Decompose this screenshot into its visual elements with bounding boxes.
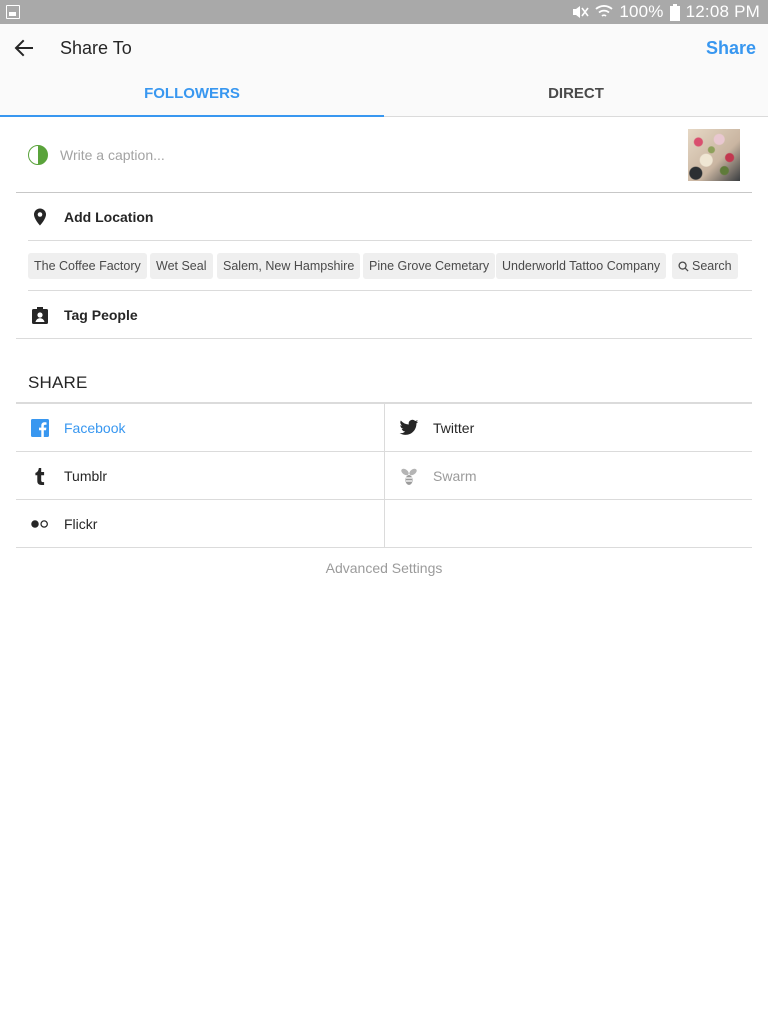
- mute-icon: [573, 6, 589, 18]
- page-title: Share To: [60, 38, 132, 58]
- status-bar: 100% 12:08 PM: [0, 0, 768, 24]
- battery-percent: 100%: [619, 2, 664, 21]
- tumblr-label: Tumblr: [64, 468, 108, 484]
- back-arrow-icon[interactable]: [12, 36, 36, 60]
- tag-people-row[interactable]: Tag People: [16, 291, 752, 339]
- add-location-label: Add Location: [64, 209, 154, 225]
- caption-row: [16, 117, 752, 193]
- tab-followers[interactable]: FOLLOWERS: [0, 72, 384, 117]
- wifi-icon: [595, 5, 613, 17]
- share-facebook[interactable]: Facebook: [16, 404, 384, 452]
- swarm-icon: [401, 468, 417, 485]
- battery-icon: [669, 3, 680, 21]
- location-chip[interactable]: Wet Seal: [150, 253, 213, 279]
- tab-direct[interactable]: DIRECT: [384, 72, 768, 116]
- location-chip[interactable]: Pine Grove Cemetary: [363, 253, 496, 279]
- share-heading: SHARE: [28, 373, 88, 392]
- clock: 12:08 PM: [685, 2, 760, 21]
- gallery-notification-icon: [6, 5, 20, 19]
- user-avatar: [28, 145, 48, 165]
- audience-tabs: FOLLOWERS DIRECT: [0, 72, 768, 117]
- add-location-row[interactable]: Add Location: [16, 193, 752, 241]
- swarm-label: Swarm: [433, 468, 477, 484]
- location-chip[interactable]: Underworld Tattoo Company: [496, 253, 667, 279]
- share-twitter[interactable]: Twitter: [384, 404, 752, 452]
- share-services-grid: Facebook Twitter Tumblr Swarm Flickr: [16, 402, 752, 548]
- location-pin-icon: [34, 208, 46, 226]
- advanced-settings-link[interactable]: Advanced Settings: [0, 560, 768, 576]
- location-suggestions: The Coffee Factory Wet Seal Salem, New H…: [16, 241, 752, 291]
- share-tumblr[interactable]: Tumblr: [16, 452, 384, 500]
- facebook-icon: [31, 419, 49, 437]
- twitter-icon: [399, 419, 419, 435]
- app-bar: Share To Share: [0, 24, 768, 72]
- flickr-label: Flickr: [64, 516, 98, 532]
- share-button[interactable]: Share: [706, 38, 756, 59]
- tumblr-icon: [35, 468, 45, 485]
- tag-people-label: Tag People: [64, 307, 138, 323]
- location-search-chip[interactable]: Search: [672, 253, 738, 279]
- search-label: Search: [692, 259, 732, 273]
- photo-thumbnail: [688, 129, 740, 181]
- location-chip[interactable]: Salem, New Hampshire: [217, 253, 361, 279]
- twitter-label: Twitter: [433, 420, 475, 436]
- facebook-label: Facebook: [64, 420, 126, 436]
- search-icon: [678, 261, 689, 272]
- flickr-icon: [31, 520, 48, 528]
- tag-person-icon: [32, 307, 48, 324]
- share-empty-cell: [384, 500, 752, 548]
- location-chip[interactable]: The Coffee Factory: [28, 253, 147, 279]
- share-flickr[interactable]: Flickr: [16, 500, 384, 548]
- status-indicators: 100% 12:08 PM: [571, 0, 760, 24]
- caption-input[interactable]: [60, 143, 620, 167]
- share-swarm: Swarm: [384, 452, 752, 500]
